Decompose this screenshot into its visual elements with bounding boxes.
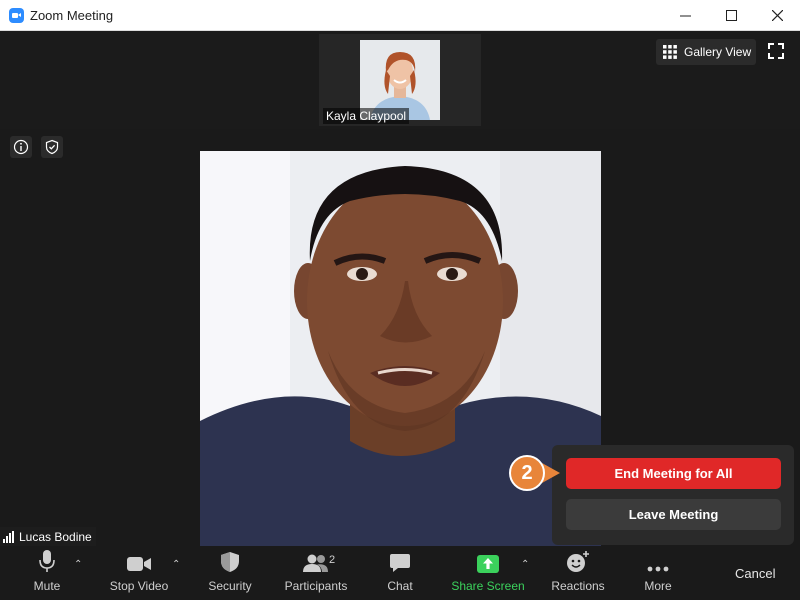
thumbnail-name-label: Kayla Claypool: [323, 108, 410, 124]
audio-options-chevron-up-icon[interactable]: ⌃: [74, 559, 82, 570]
stop-video-label: Stop Video: [109, 579, 169, 593]
window-titlebar: Zoom Meeting: [0, 0, 800, 31]
share-screen-label: Share Screen: [451, 579, 525, 593]
ellipsis-icon: [647, 566, 669, 572]
reactions-label: Reactions: [551, 579, 605, 593]
chat-label: Chat: [387, 579, 413, 593]
people-icon: [303, 554, 328, 572]
stop-video-button[interactable]: Stop Video: [106, 546, 172, 600]
step-callout-badge: 2: [509, 455, 545, 491]
chat-bubble-icon: [390, 554, 410, 572]
shield-icon: [221, 552, 239, 572]
gallery-view-label: Gallery View: [684, 45, 752, 59]
window-title: Zoom Meeting: [30, 8, 114, 23]
active-speaker-video: [200, 151, 601, 546]
chat-button[interactable]: Chat: [382, 546, 418, 600]
more-button[interactable]: More: [640, 546, 676, 600]
more-label: More: [644, 579, 672, 593]
share-arrow-icon: [477, 555, 499, 573]
video-camera-icon: [127, 557, 151, 571]
close-icon: [771, 10, 783, 21]
fullscreen-icon: [768, 43, 784, 59]
encryption-button[interactable]: [41, 136, 63, 158]
share-screen-button[interactable]: Share Screen: [451, 546, 525, 600]
smiley-add-icon: [567, 551, 589, 572]
maximize-icon: [725, 10, 737, 21]
security-label: Security: [208, 579, 252, 593]
speaker-name-label: Lucas Bodine: [19, 529, 92, 544]
microphone-icon: [39, 550, 55, 572]
security-button[interactable]: Security: [204, 546, 256, 600]
reactions-button[interactable]: Reactions: [550, 546, 606, 600]
connection-signal-icon: [3, 530, 14, 543]
end-meeting-for-all-button[interactable]: End Meeting for All: [566, 458, 781, 489]
gallery-view-button[interactable]: Gallery View: [656, 39, 756, 65]
participants-button[interactable]: Participants: [282, 546, 350, 600]
participants-label: Participants: [284, 579, 348, 593]
grid-icon: [663, 45, 677, 59]
meeting-toolbar: Mute ⌃ Stop Video ⌃ Security Participant…: [0, 546, 800, 600]
info-icon: [13, 139, 29, 155]
participant-thumbnail[interactable]: Kayla Claypool: [319, 34, 481, 126]
meeting-info-button[interactable]: [10, 136, 32, 158]
mute-label: Mute: [33, 579, 61, 593]
minimize-button[interactable]: [662, 0, 708, 31]
mute-button[interactable]: Mute: [28, 546, 66, 600]
leave-meeting-button[interactable]: Leave Meeting: [566, 499, 781, 530]
shield-check-icon: [45, 139, 59, 155]
close-button[interactable]: [754, 0, 800, 31]
fullscreen-button[interactable]: [768, 43, 786, 61]
cancel-button[interactable]: Cancel: [735, 566, 775, 581]
share-options-chevron-up-icon[interactable]: ⌃: [521, 559, 529, 570]
maximize-button[interactable]: [708, 0, 754, 31]
zoom-camera-icon: [9, 8, 24, 23]
minimize-icon: [679, 15, 691, 17]
speaker-name-tag: Lucas Bodine: [0, 527, 96, 546]
participants-count: 2: [329, 554, 336, 566]
video-options-chevron-up-icon[interactable]: ⌃: [172, 559, 180, 570]
